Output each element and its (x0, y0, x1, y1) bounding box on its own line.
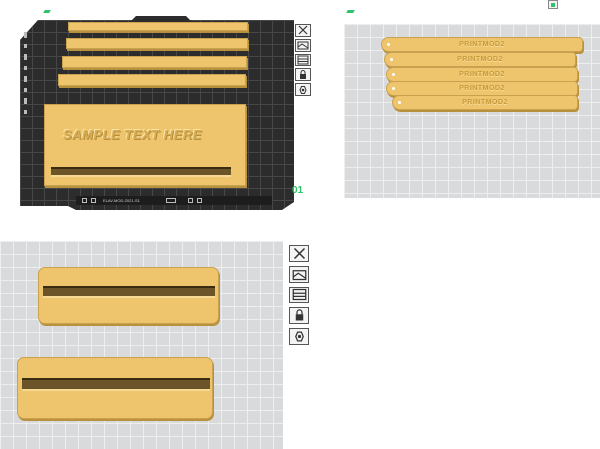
close-button-2[interactable] (289, 245, 309, 262)
thin-plate-4 (58, 74, 246, 86)
thin-plate-1 (68, 22, 248, 31)
close-icon (298, 25, 308, 35)
status-indicator-icon-3 (165, 198, 176, 203)
status-text: ELAV-MOD-2021-S1 (103, 198, 140, 203)
slotted-plate-bottom-slot (22, 378, 210, 391)
gear-icon (299, 85, 307, 94)
bed-status-bar: ELAV-MOD-2021-S1 (76, 196, 272, 205)
settings-button-2[interactable] (289, 328, 309, 345)
toolbar-panel3 (289, 245, 311, 345)
layers-icon (292, 289, 306, 301)
slotted-plate-top (38, 267, 219, 324)
view-cube-icon[interactable] (548, 0, 558, 9)
name-tag-2: PRINTMOD2 (384, 52, 576, 67)
layers-button-2[interactable] (289, 286, 309, 304)
layers-icon (297, 55, 309, 65)
scene-icon (292, 269, 306, 280)
status-indicator-icon (82, 198, 87, 203)
sample-plate-slot (51, 167, 231, 177)
small-green-mark-2 (346, 10, 355, 13)
name-tag-3-text: PRINTMOD2 (459, 71, 505, 78)
screenshot-collage: SAMPLE TEXT HERE 01 ELAV-MOD-2021-S1 PRI… (0, 0, 600, 449)
slotted-plate-bottom (17, 357, 213, 419)
scene-button-2[interactable] (289, 265, 309, 283)
gear-icon (294, 331, 304, 342)
settings-button[interactable] (295, 83, 311, 96)
status-indicator-icon-5 (196, 198, 202, 203)
toolbar-panel1 (295, 24, 313, 96)
lock-button-2[interactable] (289, 307, 309, 325)
status-indicator-icon-2 (91, 198, 96, 203)
sample-text-plate: SAMPLE TEXT HERE (44, 104, 246, 186)
close-icon (293, 247, 305, 259)
thin-plate-3 (62, 56, 247, 68)
lock-icon (300, 69, 306, 79)
name-tag-4-text: PRINTMOD2 (459, 85, 505, 92)
lock-icon (295, 309, 303, 321)
lock-button[interactable] (295, 68, 311, 82)
sample-text-emboss: SAMPLE TEXT HERE (63, 127, 202, 142)
name-tag-5: PRINTMOD2 (392, 95, 578, 110)
status-indicator-icon-4 (187, 198, 193, 203)
scene-button[interactable] (295, 38, 311, 52)
name-tag-4: PRINTMOD2 (386, 81, 578, 96)
layer-counter: 01 (292, 185, 304, 196)
scene-icon (297, 41, 309, 50)
name-tag-1: PRINTMOD2 (381, 37, 583, 52)
thin-plate-2 (66, 38, 248, 49)
bed-left-ruler (22, 28, 30, 148)
name-tag-2-text: PRINTMOD2 (457, 56, 503, 63)
name-tag-5-text: PRINTMOD2 (462, 99, 508, 106)
layers-button[interactable] (295, 53, 311, 67)
slotted-plate-top-slot (43, 286, 215, 298)
name-tag-1-text: PRINTMOD2 (459, 41, 505, 48)
close-button[interactable] (295, 24, 311, 37)
small-green-mark (43, 10, 51, 13)
name-tag-3: PRINTMOD2 (386, 67, 578, 82)
